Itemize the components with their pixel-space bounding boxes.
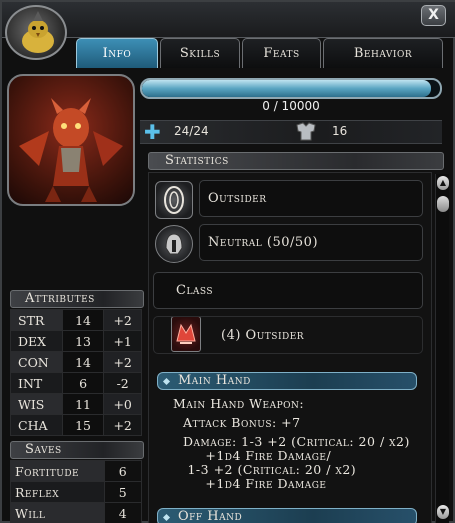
character-portrait [7, 74, 135, 206]
attack-bonus: Attack Bonus: +7 [183, 415, 301, 430]
alignment-field: Neutral (50/50) [199, 224, 423, 261]
scroll-thumb[interactable] [437, 196, 449, 212]
attribute-row: INT 6 -2 [10, 372, 142, 394]
save-row: Reflex 5 [10, 481, 143, 503]
creature-portrait-icon[interactable] [5, 5, 67, 60]
experience-bar [140, 78, 442, 99]
attribute-name: DEX [10, 330, 63, 352]
alignment-value: Neutral (50/50) [208, 235, 319, 250]
close-button[interactable]: X [421, 5, 446, 26]
attribute-value: 14 [61, 309, 105, 331]
attribute-row: CHA 15 +2 [10, 414, 142, 436]
title-bar[interactable] [2, 2, 455, 38]
save-name: Will [10, 502, 105, 523]
damage-line: +1d4 Fire Damage/ [183, 448, 332, 463]
scroll-down-button[interactable]: ▼ [437, 505, 449, 519]
attribute-modifier: +2 [103, 309, 142, 331]
attribute-value: 15 [61, 414, 105, 436]
attributes-table: STR 14 +2 DEX 13 +1 CON 14 +2 INT 6 -2 W… [10, 309, 142, 436]
scroll-up-button[interactable]: ▲ [437, 176, 449, 190]
save-value: 5 [103, 481, 143, 503]
damage-line: Damage: 1-3 +2 (Critical: 20 / x2) [183, 434, 410, 449]
tab-feats[interactable]: Feats [242, 38, 321, 68]
tab-skills[interactable]: Skills [160, 38, 240, 68]
experience-bar-fill [142, 80, 432, 97]
statistics-header: Statistics [148, 152, 444, 170]
saves-table: Fortitude 6 Reflex 5 Will 4 [10, 460, 143, 523]
class-label-field: Class [153, 272, 423, 309]
main-hand-header-label: Main Hand [178, 373, 251, 388]
attribute-modifier: +1 [103, 330, 142, 352]
race-value: Outsider [208, 191, 267, 206]
attribute-row: CON 14 +2 [10, 351, 142, 373]
race-emblem-icon [155, 181, 193, 219]
damage-line: +1d4 Fire Damage [183, 476, 327, 491]
attributes-header: Attributes [10, 290, 144, 308]
collapse-icon [162, 377, 171, 386]
class-label: Class [176, 283, 214, 298]
armor-class-value: 16 [332, 124, 348, 138]
off-hand-section-header[interactable]: Off Hand [157, 508, 417, 523]
statistics-panel[interactable]: Outsider Neutral (50/50) Class (4) Outsi… [148, 172, 432, 523]
attribute-name: CON [10, 351, 63, 373]
main-hand-section-header[interactable]: Main Hand [157, 372, 417, 390]
attribute-name: STR [10, 309, 63, 331]
attribute-name: WIS [10, 393, 63, 415]
race-field: Outsider [199, 180, 423, 217]
attribute-value: 13 [61, 330, 105, 352]
tab-info[interactable]: Info [76, 38, 158, 68]
class-row[interactable] [153, 316, 423, 354]
attribute-row: DEX 13 +1 [10, 330, 142, 352]
statistics-scrollbar[interactable]: ▲ ▼ [435, 174, 449, 523]
save-value: 6 [103, 460, 143, 482]
hit-points-value: 24/24 [174, 124, 209, 138]
armor-icon [294, 122, 318, 141]
main-hand-title: Main Hand Weapon: [173, 396, 305, 411]
attribute-modifier: -2 [103, 372, 142, 394]
save-name: Fortitude [10, 460, 105, 482]
alignment-helm-icon [155, 225, 193, 263]
damage-line: 1-3 +2 (Critical: 20 / x2) [183, 462, 357, 477]
save-value: 4 [103, 502, 143, 523]
attribute-value: 11 [61, 393, 105, 415]
attribute-name: CHA [10, 414, 63, 436]
attribute-name: INT [10, 372, 63, 394]
saves-header: Saves [10, 441, 144, 459]
off-hand-header-label: Off Hand [178, 509, 243, 523]
attribute-modifier: +2 [103, 414, 142, 436]
tab-behavior[interactable]: Behavior [323, 38, 443, 68]
attribute-modifier: +0 [103, 393, 142, 415]
attribute-value: 14 [61, 351, 105, 373]
attribute-value: 6 [61, 372, 105, 394]
attribute-row: WIS 11 +0 [10, 393, 142, 415]
save-row: Will 4 [10, 502, 143, 523]
experience-text: 0 / 10000 [262, 99, 320, 113]
attribute-row: STR 14 +2 [10, 309, 142, 331]
collapse-icon [162, 513, 171, 522]
character-sheet-window: X Info Skills Feats Behavior 0 / 10000 ✚… [0, 0, 455, 523]
save-row: Fortitude 6 [10, 460, 143, 482]
plus-icon: ✚ [144, 120, 161, 144]
save-name: Reflex [10, 481, 105, 503]
attribute-modifier: +2 [103, 351, 142, 373]
